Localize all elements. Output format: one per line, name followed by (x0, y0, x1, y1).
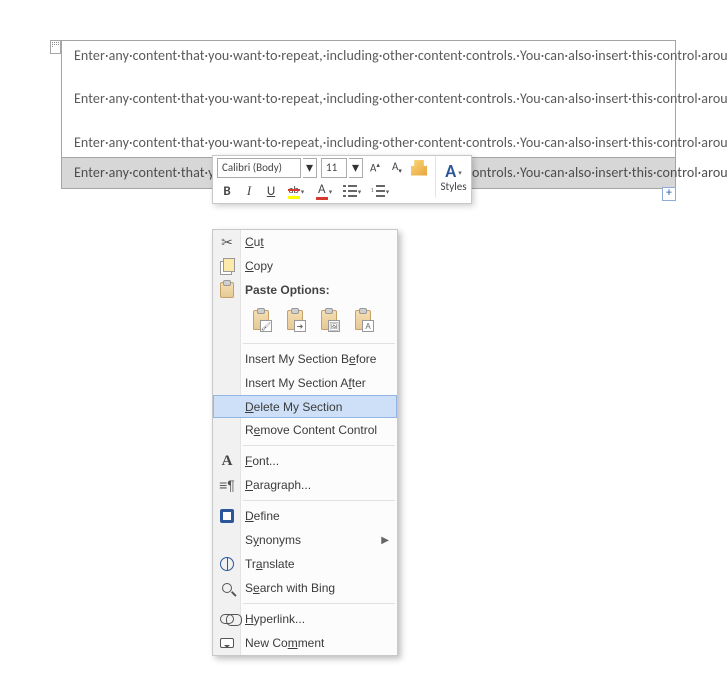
paste-keep-source-button[interactable]: 🖌 (247, 306, 275, 334)
menu-item-insert-before[interactable]: Insert My Section Before Insert My Secti… (213, 347, 397, 371)
paste-merge-button[interactable]: ➜ (281, 306, 309, 334)
paragraph-text: Enter·any·content·that·you·want·to·repea… (74, 47, 728, 64)
bold-icon: B (223, 184, 230, 199)
paste-picture-button[interactable]: 🖼 (315, 306, 343, 334)
menu-separator (243, 500, 395, 501)
chevron-down-icon: ▾ (358, 187, 362, 196)
paste-options-row: 🖌 ➜ 🖼 A (213, 302, 397, 340)
menu-item-remove-cc[interactable]: Remove Content Control Remove Content Co… (213, 418, 397, 442)
grow-font-button[interactable]: A▴ (365, 158, 385, 178)
highlight-icon: ab (288, 183, 300, 199)
menu-item-define[interactable]: Define Define (213, 504, 397, 528)
italic-icon: I (247, 183, 251, 199)
italic-button[interactable]: I (239, 181, 259, 201)
font-icon: A (222, 453, 233, 470)
styles-button[interactable]: A Styles (435, 156, 471, 198)
grow-font-icon: A▴ (370, 160, 380, 175)
chevron-down-icon: ▾ (352, 159, 359, 176)
bullets-button[interactable]: ▾ (339, 181, 365, 201)
paragraph-text: Enter·any·content·that·you·want·to·repea… (74, 90, 728, 107)
menu-item-copy[interactable]: Copy Copy (213, 254, 397, 278)
shrink-font-icon: A▾ (392, 160, 402, 175)
menu-item-insert-after[interactable]: Insert My Section After Insert My Sectio… (213, 371, 397, 395)
scissors-icon: ✂ (221, 234, 233, 251)
mini-toolbar: Calibri (Body) ▾ 11 ▾ A▴ A▾ B I U ab▾ A▾… (212, 155, 472, 204)
chevron-down-icon: ▾ (386, 187, 390, 196)
chevron-down-icon: ▾ (329, 187, 333, 196)
submenu-arrow-icon: ▶ (381, 535, 389, 546)
highlight-button[interactable]: ab▾ (283, 181, 309, 201)
font-color-button[interactable]: A▾ (311, 181, 337, 201)
clipboard-icon: A (355, 310, 371, 330)
styles-label: Styles (440, 180, 466, 193)
shrink-font-button[interactable]: A▾ (387, 158, 407, 178)
menu-item-search-bing[interactable]: Search with Bing Search with Bing (213, 576, 397, 600)
bullets-icon (343, 185, 357, 197)
clipboard-icon: 🖼 (321, 310, 337, 330)
book-icon (220, 509, 234, 523)
underline-button[interactable]: U (261, 181, 281, 201)
context-menu: ✂ Cut Cut Copy Copy Paste Options: 🖌 ➜ 🖼… (212, 229, 398, 656)
chevron-down-icon: ▾ (306, 159, 313, 176)
underline-icon: U (267, 184, 275, 199)
menu-item-paragraph[interactable]: ≡¶ Paragraph... Paragraph... (213, 473, 397, 497)
copy-icon (220, 259, 234, 273)
numbering-button[interactable]: ▾ (367, 181, 393, 201)
menu-header-paste-options: Paste Options: (213, 278, 397, 302)
styles-icon: A (445, 162, 461, 180)
bold-button[interactable]: B (217, 181, 237, 201)
format-painter-button[interactable] (409, 158, 429, 178)
menu-item-synonyms[interactable]: Synonyms ▶ Synonyms (213, 528, 397, 552)
search-icon (222, 583, 232, 593)
table-move-handle[interactable] (50, 40, 61, 54)
clipboard-icon (220, 282, 234, 298)
menu-item-font[interactable]: A Font... Font... (213, 449, 397, 473)
menu-item-new-comment[interactable]: New Comment New Comment (213, 631, 397, 655)
menu-item-delete-section[interactable]: Delete My Section Delete My Section (213, 395, 397, 418)
menu-separator (243, 343, 395, 344)
chevron-down-icon: ▾ (301, 187, 305, 196)
paragraph-icon: ≡¶ (219, 477, 235, 493)
clipboard-icon: 🖌 (253, 310, 269, 330)
add-section-button[interactable]: + (662, 187, 676, 201)
link-icon (220, 614, 234, 624)
menu-item-translate[interactable]: Translate Translate (213, 552, 397, 576)
font-size-input[interactable]: 11 (321, 158, 347, 178)
font-color-icon: A (316, 182, 328, 200)
globe-icon (220, 557, 234, 571)
menu-item-cut[interactable]: ✂ Cut Cut (213, 230, 397, 254)
menu-separator (243, 445, 395, 446)
clipboard-icon: ➜ (287, 310, 303, 330)
menu-separator (243, 603, 395, 604)
numbering-icon (371, 185, 385, 197)
format-painter-icon (411, 160, 427, 176)
paragraph-text: Enter·any·content·that·you·want·to·repea… (74, 134, 728, 151)
paste-text-only-button[interactable]: A (349, 306, 377, 334)
font-size-dropdown[interactable]: ▾ (349, 158, 363, 178)
comment-icon (220, 638, 234, 648)
font-name-dropdown[interactable]: ▾ (303, 158, 317, 178)
menu-item-hyperlink[interactable]: Hyperlink... Hyperlink... (213, 607, 397, 631)
font-name-input[interactable]: Calibri (Body) (217, 158, 301, 178)
table-row[interactable]: Enter·any·content·that·you·want·to·repea… (62, 41, 675, 157)
